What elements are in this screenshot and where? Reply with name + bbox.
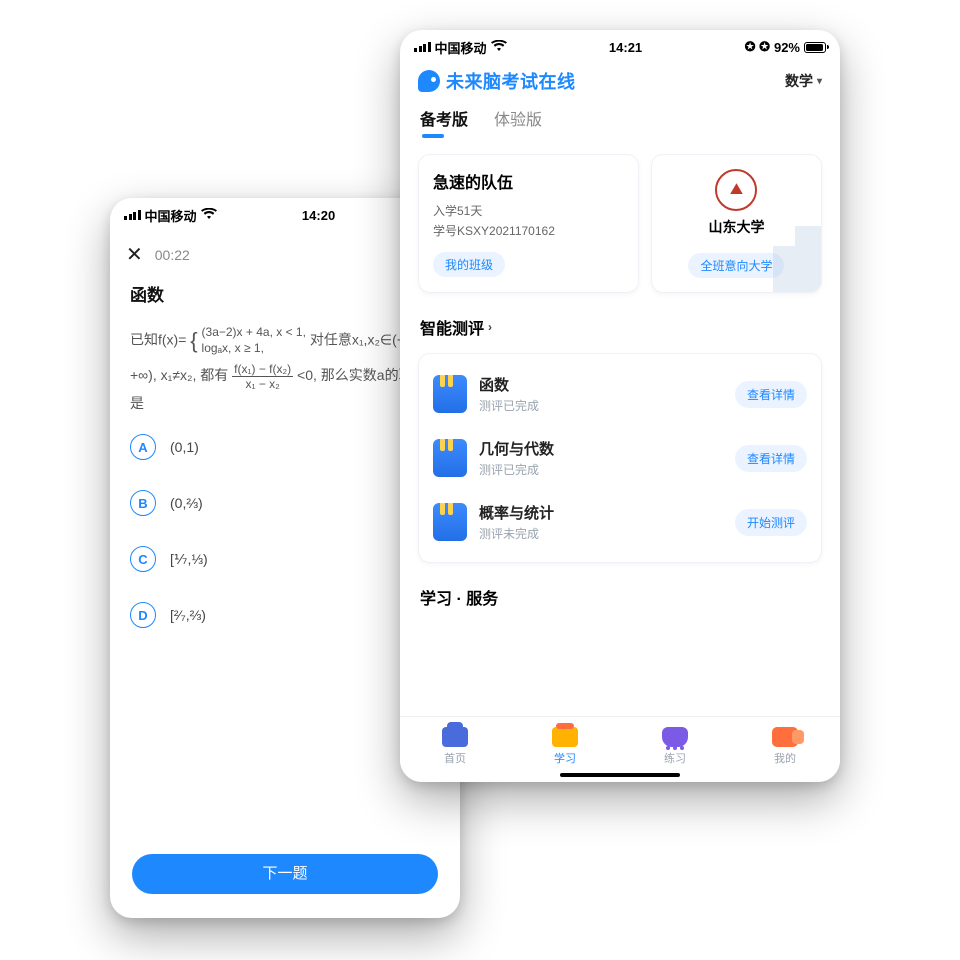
option-text: [⅐,⅓) xyxy=(170,551,208,568)
carrier-label: 中国移动 xyxy=(435,38,487,57)
status-bar: 中国移动 14:21 ✪ ✪ 92% xyxy=(400,30,840,64)
university-crest-icon: ⛰ xyxy=(715,169,757,211)
assessment-item[interactable]: 函数 测评已完成 查看详情 xyxy=(433,362,807,426)
book-icon xyxy=(433,439,467,477)
assessment-status: 测评已完成 xyxy=(479,461,723,478)
status-time: 14:20 xyxy=(217,208,421,223)
option-text: (0,⅔) xyxy=(170,495,203,511)
view-details-button[interactable]: 查看详情 xyxy=(735,381,807,408)
mode-tabs: 备考版 体验版 xyxy=(400,96,840,140)
option-letter: C xyxy=(130,546,156,572)
brand-name: 未来脑考试在线 xyxy=(446,68,576,94)
building-illustration xyxy=(751,206,822,293)
section-smart-assessment[interactable]: 智能测评 › xyxy=(400,293,840,345)
option-letter: A xyxy=(130,434,156,460)
alarm-icon: ✪ ✪ xyxy=(745,39,770,55)
book-icon xyxy=(433,503,467,541)
option-text: [²⁄₇,⅔) xyxy=(170,607,206,623)
battery-icon xyxy=(804,42,826,53)
option-b[interactable]: B (0,⅔) xyxy=(130,490,440,516)
tab-mine[interactable]: 我的 xyxy=(772,727,798,766)
practice-icon xyxy=(662,727,688,747)
university-card[interactable]: ⛰ 山东大学 全班意向大学 xyxy=(651,154,822,293)
tab-label: 学习 xyxy=(554,750,576,766)
option-text: (0,1) xyxy=(170,439,199,455)
wifi-icon xyxy=(201,207,217,223)
tab-label: 首页 xyxy=(444,750,466,766)
option-c[interactable]: C [⅐,⅓) xyxy=(130,546,440,572)
tab-exam-mode[interactable]: 备考版 xyxy=(420,106,468,138)
tab-study[interactable]: 学习 xyxy=(552,727,578,766)
home-icon xyxy=(442,727,468,747)
user-name: 急速的队伍 xyxy=(433,169,624,193)
subject-selector[interactable]: 数学 ▾ xyxy=(785,71,822,91)
tab-trial-mode[interactable]: 体验版 xyxy=(494,106,542,138)
enroll-days: 入学51天 xyxy=(433,201,624,221)
home-indicator xyxy=(560,773,680,777)
student-id: 学号KSXY2021170162 xyxy=(433,221,624,241)
option-letter: D xyxy=(130,602,156,628)
study-icon xyxy=(552,727,578,747)
start-assessment-button[interactable]: 开始测评 xyxy=(735,509,807,536)
signal-icon xyxy=(124,210,141,220)
tab-home[interactable]: 首页 xyxy=(442,727,468,766)
book-icon xyxy=(433,375,467,413)
section-study-services[interactable]: 学习 · 服务 xyxy=(400,563,840,609)
my-class-pill[interactable]: 我的班级 xyxy=(433,252,505,277)
assessment-status: 测评已完成 xyxy=(479,397,723,414)
tab-practice[interactable]: 练习 xyxy=(662,727,688,766)
next-question-button[interactable]: 下一题 xyxy=(132,854,438,894)
status-time: 14:21 xyxy=(507,40,745,55)
timer-label: 00:22 xyxy=(155,247,190,263)
option-d[interactable]: D [²⁄₇,⅔) xyxy=(130,602,440,628)
assessment-title: 几何与代数 xyxy=(479,438,723,459)
assessment-list: 函数 测评已完成 查看详情 几何与代数 测评已完成 查看详情 概率与统计 测评未… xyxy=(418,353,822,563)
chevron-down-icon: ▾ xyxy=(817,76,822,87)
assessment-status: 测评未完成 xyxy=(479,525,723,542)
battery-percent: 92% xyxy=(774,40,800,55)
assessment-item[interactable]: 概率与统计 测评未完成 开始测评 xyxy=(433,490,807,554)
app-brand: 未来脑考试在线 xyxy=(418,68,576,94)
phone-home-view: 中国移动 14:21 ✪ ✪ 92% 未来脑考试在线 数学 ▾ 备考版 体验版 … xyxy=(400,30,840,782)
assessment-item[interactable]: 几何与代数 测评已完成 查看详情 xyxy=(433,426,807,490)
tab-label: 我的 xyxy=(774,750,796,766)
signal-icon xyxy=(414,42,431,52)
chevron-right-icon: › xyxy=(488,320,492,334)
assessment-title: 函数 xyxy=(479,374,723,395)
close-icon[interactable]: ✕ xyxy=(126,242,143,267)
profile-icon xyxy=(772,727,798,747)
subject-label: 数学 xyxy=(785,71,813,91)
option-a[interactable]: A (0,1) xyxy=(130,434,440,460)
view-details-button[interactable]: 查看详情 xyxy=(735,445,807,472)
option-letter: B xyxy=(130,490,156,516)
user-card[interactable]: 急速的队伍 入学51天 学号KSXY2021170162 我的班级 xyxy=(418,154,639,293)
wifi-icon xyxy=(491,39,507,55)
tab-label: 练习 xyxy=(664,750,686,766)
brand-logo-icon xyxy=(418,70,440,92)
assessment-title: 概率与统计 xyxy=(479,502,723,523)
carrier-label: 中国移动 xyxy=(145,206,197,225)
